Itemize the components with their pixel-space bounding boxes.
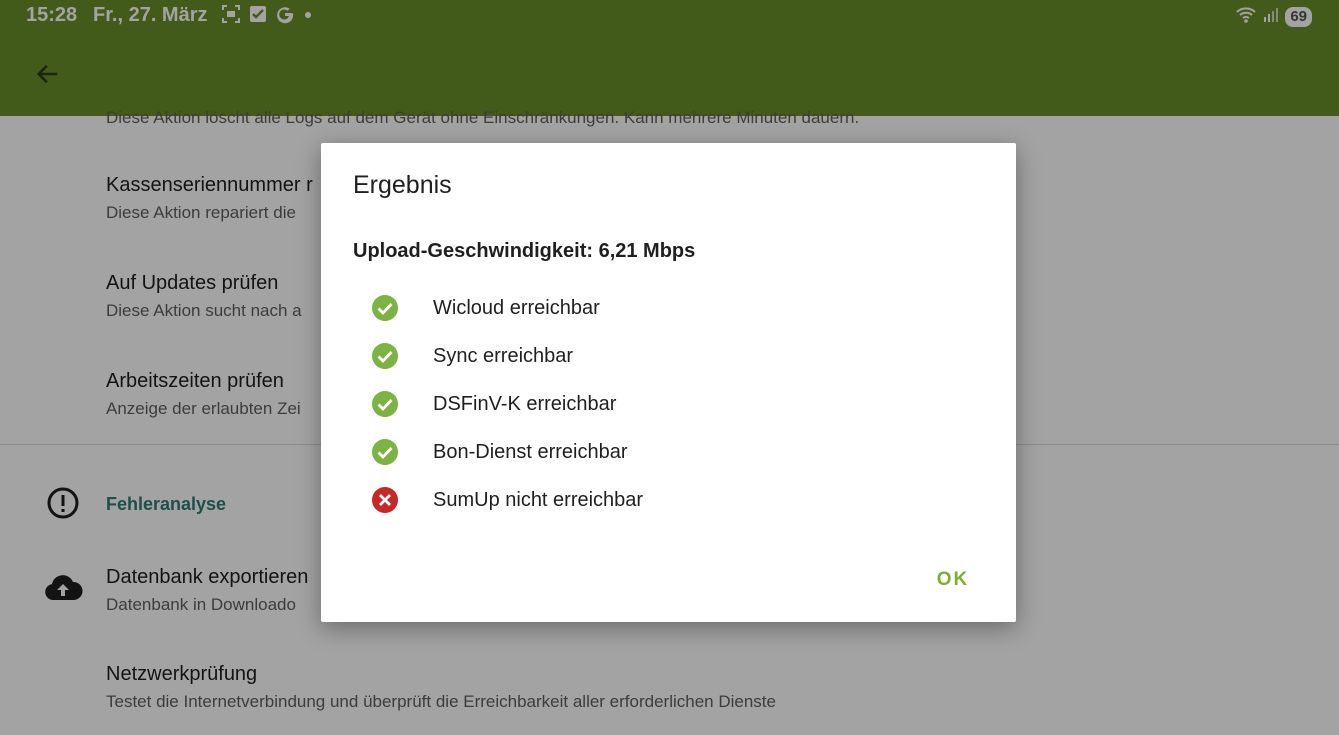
check-row-wicloud: Wicloud erreichbar	[371, 284, 643, 332]
check-list: Wicloud erreichbar Sync erreichbar DSFin…	[371, 284, 643, 524]
check-label: DSFinV-K erreichbar	[433, 392, 617, 415]
screen: 15:28 Fr., 27. März 69 Diese Aktion lösc…	[0, 0, 1339, 735]
upload-speed-text: Upload-Geschwindigkeit: 6,21 Mbps	[353, 240, 696, 262]
check-circle-icon	[372, 343, 398, 369]
check-row-bon-dienst: Bon-Dienst erreichbar	[371, 428, 643, 476]
check-row-sync: Sync erreichbar	[371, 332, 643, 380]
check-label: SumUp nicht erreichbar	[433, 488, 644, 511]
error-circle-icon	[372, 487, 398, 513]
check-row-sumup: SumUp nicht erreichbar	[371, 476, 643, 524]
check-label: Wicloud erreichbar	[433, 296, 600, 319]
ok-button[interactable]: OK	[918, 558, 988, 602]
check-circle-icon	[372, 295, 398, 321]
check-row-dsfinvk: DSFinV-K erreichbar	[371, 380, 643, 428]
check-label: Bon-Dienst erreichbar	[433, 440, 628, 463]
check-circle-icon	[372, 439, 398, 465]
result-dialog: Ergebnis Upload-Geschwindigkeit: 6,21 Mb…	[321, 143, 1016, 622]
check-circle-icon	[372, 391, 398, 417]
check-label: Sync erreichbar	[433, 344, 574, 367]
dialog-title: Ergebnis	[353, 171, 452, 199]
